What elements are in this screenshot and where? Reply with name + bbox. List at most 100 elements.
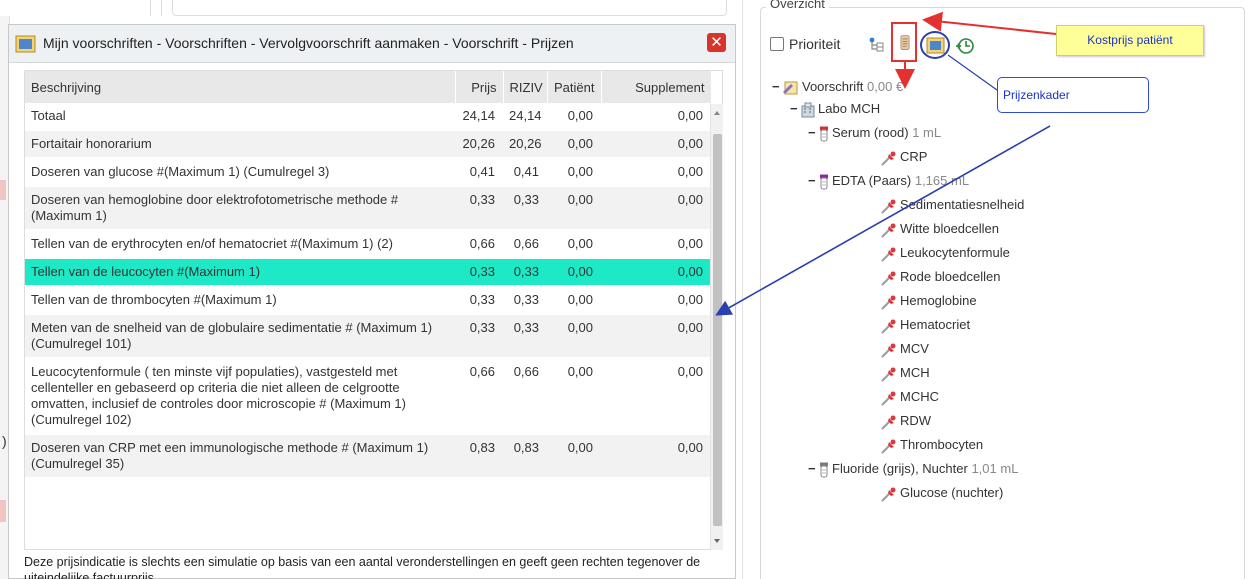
tree-node-test[interactable]: Leukocytenformule: [880, 243, 1010, 263]
prices-table: Beschrijving Prijs RIZIV Patiënt Supplem…: [24, 70, 723, 550]
tree-node-tube[interactable]: − Fluoride (grijs), Nuchter 1,01 mL: [808, 459, 1018, 479]
price-cell: 0,33: [455, 314, 503, 359]
tube-volume: 1,165 mL: [914, 173, 970, 188]
tree-node-tube[interactable]: − Serum (rood) 1 mL: [808, 123, 941, 143]
column-header-description[interactable]: Beschrijving: [25, 71, 456, 103]
tree-node-test[interactable]: MCHC: [880, 387, 939, 407]
tube-volume: 1 mL: [912, 125, 942, 140]
patient-cost-highlight: [891, 22, 917, 62]
tree-node-test[interactable]: RDW: [880, 411, 931, 431]
tube-label: Serum (rood): [832, 125, 909, 140]
tree-node-test[interactable]: Hemoglobine: [880, 291, 977, 311]
table-row[interactable]: Doseren van glucose #(Maximum 1) (Cumulr…: [25, 158, 711, 187]
test-label: MCHC: [900, 389, 939, 404]
background-red-mark: [0, 180, 6, 200]
description-cell: Doseren van glucose #(Maximum 1) (Cumulr…: [25, 158, 455, 187]
pipette-icon: [881, 223, 896, 238]
dialog-title: Mijn voorschriften - Voorschriften - Ver…: [43, 35, 574, 51]
table-row[interactable]: Meten van de snelheid van de globulaire …: [25, 314, 711, 359]
price-cell: 24,14: [455, 103, 503, 131]
collapse-icon[interactable]: −: [808, 459, 818, 479]
tree-node-lab[interactable]: − Labo MCH: [790, 99, 880, 119]
tree-node-tube[interactable]: − EDTA (Paars) 1,165 mL: [808, 171, 969, 191]
tree-node-test[interactable]: MCV: [880, 339, 929, 359]
riziv-cell: 0,83: [503, 434, 547, 479]
tree-node-test[interactable]: Rode bloedcellen: [880, 267, 1000, 287]
scroll-down-icon[interactable]: [714, 539, 720, 543]
patient-cell: 0,00: [547, 314, 601, 359]
price-disclaimer: Deze prijsindicatie is slechts een simul…: [24, 555, 701, 579]
supplement-cell: 0,00: [601, 286, 711, 315]
table-scrollbar[interactable]: [710, 104, 723, 550]
priority-label: Prioriteit: [789, 36, 841, 52]
table-row[interactable]: Leucocytenformule ( ten minste vijf popu…: [25, 358, 711, 435]
patient-cost-callout: Kostprijs patiënt: [1056, 25, 1204, 56]
column-header-riziv[interactable]: RIZIV: [503, 71, 548, 103]
price-cell: 0,33: [455, 286, 503, 315]
riziv-cell: 0,66: [503, 230, 547, 259]
column-header-patient[interactable]: Patiënt: [547, 71, 602, 103]
table-row[interactable]: Doseren van CRP met een immunologische m…: [25, 434, 711, 479]
collapse-icon[interactable]: −: [790, 99, 800, 119]
table-row[interactable]: Doseren van hemoglobine door elektrofoto…: [25, 186, 711, 231]
pipette-icon: [881, 415, 896, 430]
supplement-cell: 0,00: [601, 314, 711, 359]
background-text-fragment: ): [2, 433, 7, 449]
background-top-strip: [0, 0, 745, 16]
tree-node-test[interactable]: Glucose (nuchter): [880, 483, 1003, 503]
supplement-cell: 0,00: [601, 230, 711, 259]
close-button[interactable]: ✕: [707, 33, 726, 52]
tree-structure-icon[interactable]: [868, 36, 886, 54]
patient-cell: 0,00: [547, 258, 601, 287]
test-label: RDW: [900, 413, 932, 428]
riziv-cell: 0,33: [503, 186, 547, 231]
tree-node-test[interactable]: Thrombocyten: [880, 435, 983, 455]
tree-node-prescription[interactable]: − Voorschrift 0,00 €: [772, 77, 903, 97]
prices-dialog: Mijn voorschriften - Voorschriften - Ver…: [8, 24, 736, 579]
supplement-cell: 0,00: [601, 103, 711, 131]
tree-node-test[interactable]: Sedimentatiesnelheid: [880, 195, 1024, 215]
tube-icon: [820, 462, 828, 478]
description-cell: Tellen van de erythrocyten en/of hematoc…: [25, 230, 455, 259]
price-cell: 0,83: [455, 434, 503, 479]
tree-node-test[interactable]: MCH: [880, 363, 930, 383]
tree-node-test[interactable]: Hematocriet: [880, 315, 970, 335]
tube-volume: 1,01 mL: [971, 461, 1019, 476]
dialog-titlebar[interactable]: Mijn voorschriften - Voorschriften - Ver…: [9, 25, 735, 63]
table-row[interactable]: Fortaitair honorarium 20,26 20,26 0,00 0,00: [25, 130, 711, 159]
collapse-icon[interactable]: −: [808, 123, 818, 143]
test-label: Rode bloedcellen: [900, 269, 1001, 284]
table-row[interactable]: Tellen van de erythrocyten en/of hematoc…: [25, 230, 711, 259]
prescription-icon: [783, 81, 798, 95]
test-label: Leukocytenformule: [900, 245, 1010, 260]
test-label: Witte bloedcellen: [900, 221, 999, 236]
table-row[interactable]: Tellen van de leucocyten #(Maximum 1) 0,3…: [25, 258, 711, 287]
supplement-cell: 0,00: [601, 258, 711, 287]
pipette-icon: [881, 295, 896, 310]
lab-building-icon: [801, 102, 815, 118]
price-cell: 20,26: [455, 130, 503, 159]
scroll-up-icon[interactable]: [714, 111, 720, 115]
riziv-cell: 24,14: [503, 103, 547, 131]
tree-node-test[interactable]: Witte bloedcellen: [880, 219, 999, 239]
description-cell: Doseren van CRP met een immunologische m…: [25, 434, 455, 479]
scrollbar-thumb[interactable]: [713, 134, 722, 526]
patient-cell: 0,00: [547, 103, 601, 131]
background-red-mark: [0, 500, 6, 522]
table-row[interactable]: Tellen van de thrombocyten #(Maximum 1) 0…: [25, 286, 711, 315]
collapse-icon[interactable]: −: [772, 77, 782, 97]
riziv-cell: 0,33: [503, 314, 547, 359]
price-cell: 0,33: [455, 258, 503, 287]
table-row[interactable]: Totaal 24,14 24,14 0,00 0,00: [25, 103, 711, 131]
pipette-icon: [881, 487, 896, 502]
column-header-price[interactable]: Prijs: [455, 71, 504, 103]
tree-node-test[interactable]: CRP: [880, 147, 927, 167]
riziv-cell: 0,33: [503, 286, 547, 315]
supplement-cell: 0,00: [601, 358, 711, 435]
priority-checkbox[interactable]: [770, 37, 784, 51]
column-header-supplement[interactable]: Supplement: [601, 71, 712, 103]
add-history-icon[interactable]: [955, 36, 975, 56]
test-label: Thrombocyten: [900, 437, 984, 452]
collapse-icon[interactable]: −: [808, 171, 818, 191]
pipette-icon: [881, 319, 896, 334]
